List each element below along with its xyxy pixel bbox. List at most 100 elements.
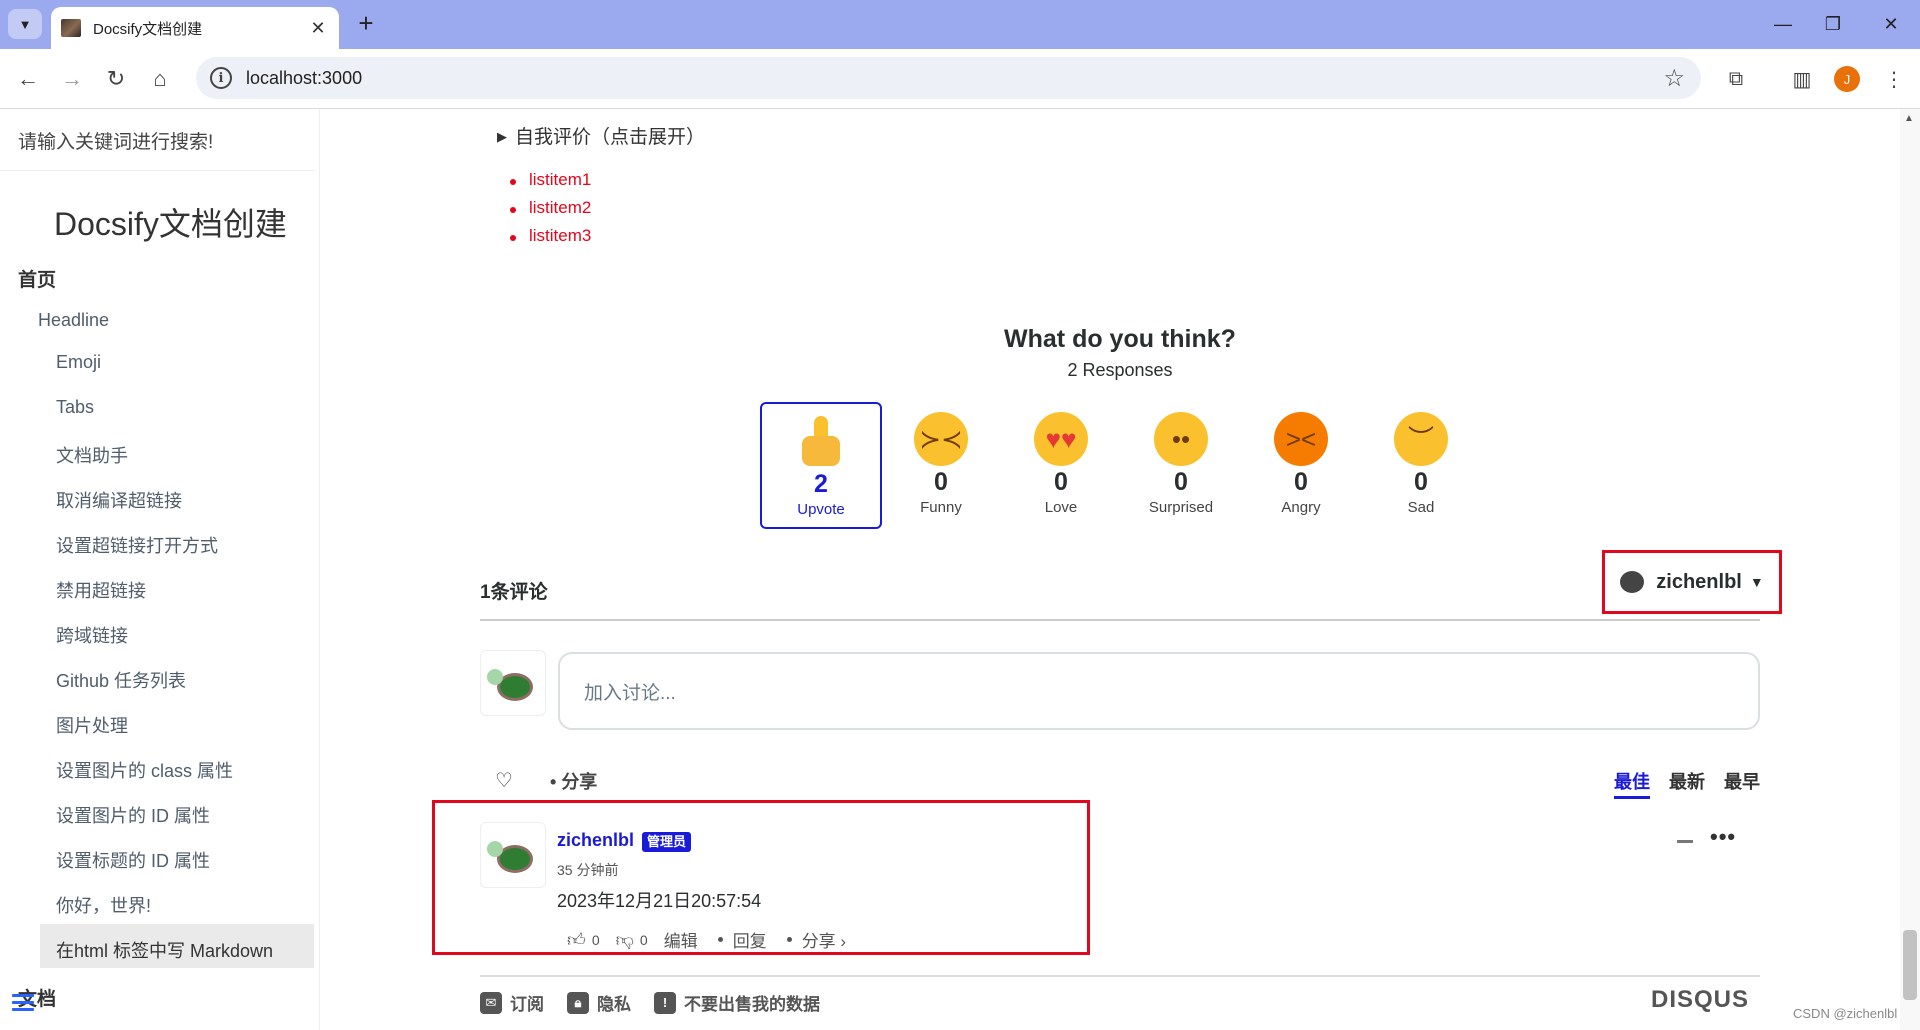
upvote-icon[interactable]: 👍︎ <box>567 929 586 951</box>
avatar[interactable] <box>480 650 546 716</box>
url-text[interactable]: localhost:3000 <box>246 68 1663 89</box>
reaction-count: 2 <box>814 470 828 498</box>
share-button[interactable]: • 分享 <box>550 768 597 794</box>
reaction-label: Angry <box>1281 499 1321 516</box>
collapse-icon[interactable] <box>1677 840 1693 843</box>
comment-count-heading: 1条评论 <box>480 582 548 603</box>
heart-icon[interactable]: ♡ <box>495 768 513 793</box>
reaction-funny[interactable]: ≻≺ 0 Funny <box>880 402 1002 529</box>
comment-timestamp[interactable]: 35 分钟前 <box>557 860 618 880</box>
restore-icon[interactable]: ❐ <box>1808 8 1858 40</box>
reaction-count: 0 <box>1294 468 1308 496</box>
reaction-label: Funny <box>920 499 962 516</box>
separator-dot <box>717 937 723 942</box>
disqus-logo[interactable]: DISQUS <box>1651 986 1749 1014</box>
edit-link[interactable]: 编辑 <box>664 927 698 952</box>
list-item: listitem2 <box>510 198 591 226</box>
sidebar-search-input[interactable]: 请输入关键词进行搜索! <box>0 109 314 171</box>
details-summary[interactable]: ▶ 自我评价（点击展开） <box>497 122 705 149</box>
user-bubble-icon <box>1620 571 1645 593</box>
reload-icon[interactable]: ↻ <box>100 63 132 95</box>
comment-author[interactable]: zichenlbl <box>557 830 634 851</box>
scrollbar-thumb[interactable] <box>1903 930 1917 1000</box>
sidebar-item-active[interactable]: 在html 标签中写 Markdown <box>56 937 273 963</box>
reaction-upvote[interactable]: 2 Upvote <box>760 402 882 529</box>
minimize-icon[interactable]: — <box>1758 8 1808 40</box>
forward-arrow-icon[interactable]: → <box>56 63 88 95</box>
do-not-sell-link[interactable]: ! 不要出售我的数据 <box>654 990 820 1015</box>
sidebar-item[interactable]: 图片处理 <box>56 712 128 738</box>
sidebar-item[interactable]: 禁用超链接 <box>56 577 146 603</box>
sidebar-item[interactable]: 取消编译超链接 <box>56 487 182 513</box>
sad-face-icon: ︶ <box>1394 412 1448 466</box>
browser-tab[interactable]: Docsify文档创建 ✕ <box>51 7 339 49</box>
separator-dot <box>786 937 792 942</box>
tab-search-chevron-icon[interactable]: ▼ <box>8 9 42 39</box>
privacy-link[interactable]: 🔒︎ 隐私 <box>567 990 631 1015</box>
reaction-sad[interactable]: ︶ 0 Sad <box>1360 402 1482 529</box>
tab-close-icon[interactable]: ✕ <box>307 18 329 39</box>
bookmark-star-icon[interactable]: ☆ <box>1663 64 1685 93</box>
back-arrow-icon[interactable]: ← <box>12 63 44 95</box>
reaction-count: 0 <box>1174 468 1188 496</box>
subscribe-link[interactable]: ✉ 订阅 <box>480 990 544 1015</box>
subscribe-label: 订阅 <box>510 995 544 1014</box>
sort-newest-tab[interactable]: 最新 <box>1669 768 1705 794</box>
user-menu-name: zichenlbl <box>1656 570 1742 593</box>
sidebar-item-home[interactable]: 首页 <box>18 265 56 292</box>
sidebar-item[interactable]: Emoji <box>56 352 101 373</box>
sidebar-item[interactable]: 你好，世界! <box>56 892 151 918</box>
new-tab-button[interactable]: + <box>350 8 382 40</box>
address-bar[interactable]: i localhost:3000 ☆ <box>196 57 1701 99</box>
reaction-love[interactable]: ♥♥ 0 Love <box>1000 402 1122 529</box>
tab-title: Docsify文档创建 <box>93 20 203 38</box>
site-info-icon[interactable]: i <box>210 67 232 89</box>
scroll-up-icon[interactable]: ▲ <box>1904 113 1914 124</box>
reply-link[interactable]: 回复 <box>733 927 767 952</box>
expand-triangle-icon: ▶ <box>497 129 507 144</box>
moderator-badge: 管理员 <box>642 832 692 852</box>
downvote-icon[interactable]: 👎︎ <box>616 929 634 951</box>
do-not-sell-label: 不要出售我的数据 <box>684 995 820 1014</box>
sidebar-item[interactable]: 设置超链接打开方式 <box>56 532 218 558</box>
comment-avatar[interactable] <box>480 822 546 888</box>
sidebar-item-headline[interactable]: Headline <box>38 310 109 331</box>
sort-oldest-tab[interactable]: 最早 <box>1724 768 1760 794</box>
side-panel-icon[interactable]: ▥ <box>1788 65 1816 93</box>
sidebar-toggle-icon[interactable] <box>12 994 34 1012</box>
sidebar-item[interactable]: 设置标题的 ID 属性 <box>56 847 210 873</box>
scrollbar[interactable] <box>1900 109 1920 1030</box>
lock-icon: 🔒︎ <box>567 991 589 1014</box>
comment-share-link[interactable]: 分享 › <box>802 927 846 952</box>
docs-sidebar: 请输入关键词进行搜索! Docsify文档创建 首页 Headline Emoj… <box>0 109 320 1030</box>
downvote-count: 0 <box>639 931 648 948</box>
sidebar-item[interactable]: 设置图片的 ID 属性 <box>56 802 210 828</box>
caret-down-icon: ▼ <box>1749 574 1764 590</box>
details-summary-label: 自我评价（点击展开） <box>515 127 706 148</box>
sidebar-item[interactable]: Tabs <box>56 397 94 418</box>
list-item: listitem1 <box>510 170 591 198</box>
more-options-icon[interactable]: ••• <box>1710 824 1736 850</box>
user-menu-button[interactable]: zichenlbl ▼ <box>1602 550 1782 614</box>
reaction-angry[interactable]: >< 0 Angry <box>1240 402 1362 529</box>
mail-icon: ✉ <box>480 991 502 1014</box>
upvote-count: 0 <box>591 931 600 948</box>
sidebar-item[interactable]: Github 任务列表 <box>56 667 186 693</box>
sidebar-item[interactable]: 设置图片的 class 属性 <box>56 757 233 783</box>
privacy-label: 隐私 <box>597 995 631 1014</box>
divider <box>480 975 1760 977</box>
app-name[interactable]: Docsify文档创建 <box>54 199 287 245</box>
sidebar-item[interactable]: 跨域链接 <box>56 622 128 648</box>
browser-menu-icon[interactable]: ⋮ <box>1880 65 1908 93</box>
reaction-surprised[interactable]: •• 0 Surprised <box>1120 402 1242 529</box>
sort-best-tab[interactable]: 最佳 <box>1614 768 1650 799</box>
window-close-icon[interactable]: ✕ <box>1866 8 1916 40</box>
profile-avatar[interactable]: J <box>1834 66 1860 92</box>
browser-tabbar: ▼ Docsify文档创建 ✕ + — ❐ ✕ <box>0 0 1920 49</box>
sidebar-item[interactable]: 文档助手 <box>56 442 128 468</box>
reactions-title: What do you think? <box>1004 325 1236 353</box>
comment-composer-input[interactable]: 加入讨论... <box>558 652 1760 730</box>
thumbs-up-icon <box>798 414 844 468</box>
home-icon[interactable]: ⌂ <box>144 63 176 95</box>
extensions-icon[interactable]: ⧉ <box>1722 65 1750 93</box>
